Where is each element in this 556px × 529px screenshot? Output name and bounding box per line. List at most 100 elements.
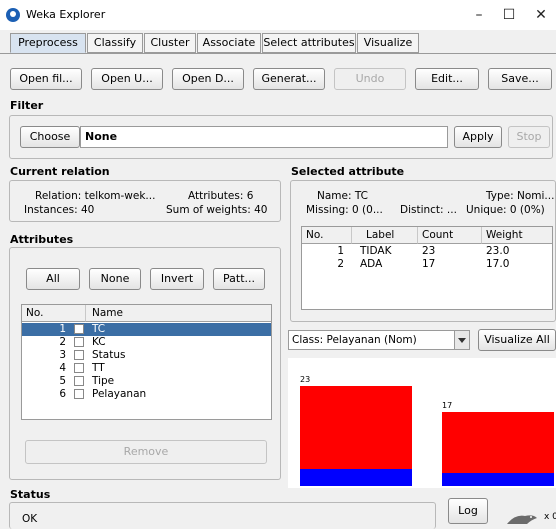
- labels-table: No. Label Count Weight 1 TIDAK 23 23.0 2 ADA 1…: [301, 226, 553, 310]
- label-no: 1: [337, 245, 344, 257]
- save-button[interactable]: Save...: [488, 68, 552, 90]
- tab-associate[interactable]: Associate: [197, 33, 261, 53]
- attribute-name: Name: TC: [317, 190, 368, 202]
- label-weight: 23.0: [486, 245, 510, 257]
- remove-button[interactable]: Remove: [25, 440, 267, 464]
- attribute-no: 1: [59, 323, 66, 335]
- attributes-table: No. Name 1 TC 2 KC 3 Status 4 TT 5 Tipe 6 Pelayanan: [21, 304, 272, 420]
- attribute-name: Tipe: [92, 375, 115, 387]
- edit-button[interactable]: Edit...: [415, 68, 479, 90]
- filter-choose-button[interactable]: Choose: [20, 126, 80, 148]
- attribute-checkbox[interactable]: [74, 389, 84, 399]
- tab-classify[interactable]: Classify: [87, 33, 143, 53]
- class-attribute-dropdown[interactable]: Class: Pelayanan (Nom): [288, 330, 470, 350]
- task-count: x 0: [544, 512, 556, 522]
- histogram-bar-tidak-red: [300, 386, 412, 469]
- label-value: TIDAK: [360, 245, 392, 257]
- label-count: 23: [422, 245, 436, 257]
- generate-button[interactable]: Generat...: [253, 68, 325, 90]
- tab-preprocess[interactable]: Preprocess: [10, 33, 86, 53]
- class-attribute-value: Class: Pelayanan (Nom): [292, 334, 417, 346]
- histogram-bar-ada-red: [442, 412, 554, 473]
- table-row[interactable]: 3 Status: [22, 349, 271, 362]
- attribute-no: 4: [59, 362, 66, 374]
- filter-field[interactable]: None: [80, 126, 448, 148]
- status-heading: Status: [10, 488, 51, 501]
- histogram-bar-ada-blue: [442, 472, 554, 486]
- attributes-col-no[interactable]: No.: [22, 305, 86, 322]
- filter-heading: Filter: [10, 99, 44, 112]
- attribute-name: KC: [92, 336, 106, 348]
- tab-cluster[interactable]: Cluster: [144, 33, 196, 53]
- tab-visualize[interactable]: Visualize: [357, 33, 419, 53]
- select-all-button[interactable]: All: [26, 268, 80, 290]
- label-value: ADA: [360, 258, 383, 270]
- attribute-no: 3: [59, 349, 66, 361]
- weka-bird-icon[interactable]: [505, 512, 541, 526]
- attribute-checkbox[interactable]: [74, 324, 84, 334]
- table-row[interactable]: 6 Pelayanan: [22, 388, 271, 401]
- selected-attribute-heading: Selected attribute: [291, 165, 405, 178]
- relation-sum-weights: Sum of weights: 40: [166, 204, 268, 216]
- close-button[interactable]: ✕: [526, 4, 556, 26]
- attribute-name: TC: [92, 323, 106, 335]
- stop-button[interactable]: Stop: [508, 126, 550, 148]
- attribute-checkbox[interactable]: [74, 337, 84, 347]
- open-url-button[interactable]: Open U...: [91, 68, 163, 90]
- attribute-no: 5: [59, 375, 66, 387]
- table-row[interactable]: 1 TC: [22, 323, 271, 336]
- attribute-type: Type: Nomi...: [486, 190, 555, 202]
- apply-button[interactable]: Apply: [454, 126, 502, 148]
- table-row[interactable]: 2 KC: [22, 336, 271, 349]
- window-title: Weka Explorer: [26, 8, 106, 21]
- attribute-distinct: Distinct: ...: [400, 204, 457, 216]
- histogram-bar-tidak-blue: [300, 468, 412, 486]
- labels-col-count[interactable]: Count: [418, 227, 482, 244]
- labels-col-no[interactable]: No.: [302, 227, 352, 244]
- attribute-checkbox[interactable]: [74, 350, 84, 360]
- attribute-unique: Unique: 0 (0%): [466, 204, 545, 216]
- tab-select-attributes[interactable]: Select attributes: [262, 33, 356, 53]
- table-row[interactable]: 2 ADA 17 17.0: [302, 258, 552, 271]
- histogram-data-label: 17: [442, 401, 453, 411]
- attribute-checkbox[interactable]: [74, 376, 84, 386]
- label-weight: 17.0: [486, 258, 510, 270]
- invert-selection-button[interactable]: Invert: [150, 268, 204, 290]
- table-row[interactable]: 4 TT: [22, 362, 271, 375]
- open-db-button[interactable]: Open D...: [172, 68, 244, 90]
- status-text: OK: [22, 513, 38, 525]
- attribute-no: 6: [59, 388, 66, 400]
- histogram-data-label: 23: [300, 375, 311, 384]
- minimize-button[interactable]: –: [464, 4, 494, 26]
- attribute-missing: Missing: 0 (0...: [306, 204, 383, 216]
- open-file-button[interactable]: Open fil...: [10, 68, 82, 90]
- chevron-down-icon: [454, 331, 469, 349]
- relation-name: Relation: telkom-wek...: [35, 190, 156, 202]
- labels-col-weight[interactable]: Weight: [482, 227, 552, 244]
- visualize-all-button[interactable]: Visualize All: [478, 329, 556, 351]
- label-no: 2: [337, 258, 344, 270]
- class-histogram: 23 17: [288, 358, 556, 488]
- maximize-button[interactable]: ☐: [494, 4, 524, 26]
- weka-app-icon: [6, 8, 20, 22]
- attributes-col-name[interactable]: Name: [86, 305, 271, 322]
- attribute-no: 2: [59, 336, 66, 348]
- label-count: 17: [422, 258, 436, 270]
- attribute-name: Status: [92, 349, 126, 361]
- table-row[interactable]: 5 Tipe: [22, 375, 271, 388]
- table-row[interactable]: 1 TIDAK 23 23.0: [302, 245, 552, 258]
- title-bar: Weka Explorer – ☐ ✕: [0, 0, 556, 30]
- status-panel: [9, 502, 436, 529]
- attribute-name: TT: [92, 362, 105, 374]
- relation-instances: Instances: 40: [24, 204, 95, 216]
- undo-button[interactable]: Undo: [334, 68, 406, 90]
- log-button[interactable]: Log: [448, 498, 488, 524]
- attribute-name: Pelayanan: [92, 388, 147, 400]
- select-none-button[interactable]: None: [89, 268, 141, 290]
- attributes-heading: Attributes: [10, 233, 74, 246]
- current-relation-heading: Current relation: [10, 165, 110, 178]
- pattern-button[interactable]: Patt...: [213, 268, 265, 290]
- attribute-checkbox[interactable]: [74, 363, 84, 373]
- relation-attributes: Attributes: 6: [188, 190, 254, 202]
- labels-col-label[interactable]: Label: [352, 227, 418, 244]
